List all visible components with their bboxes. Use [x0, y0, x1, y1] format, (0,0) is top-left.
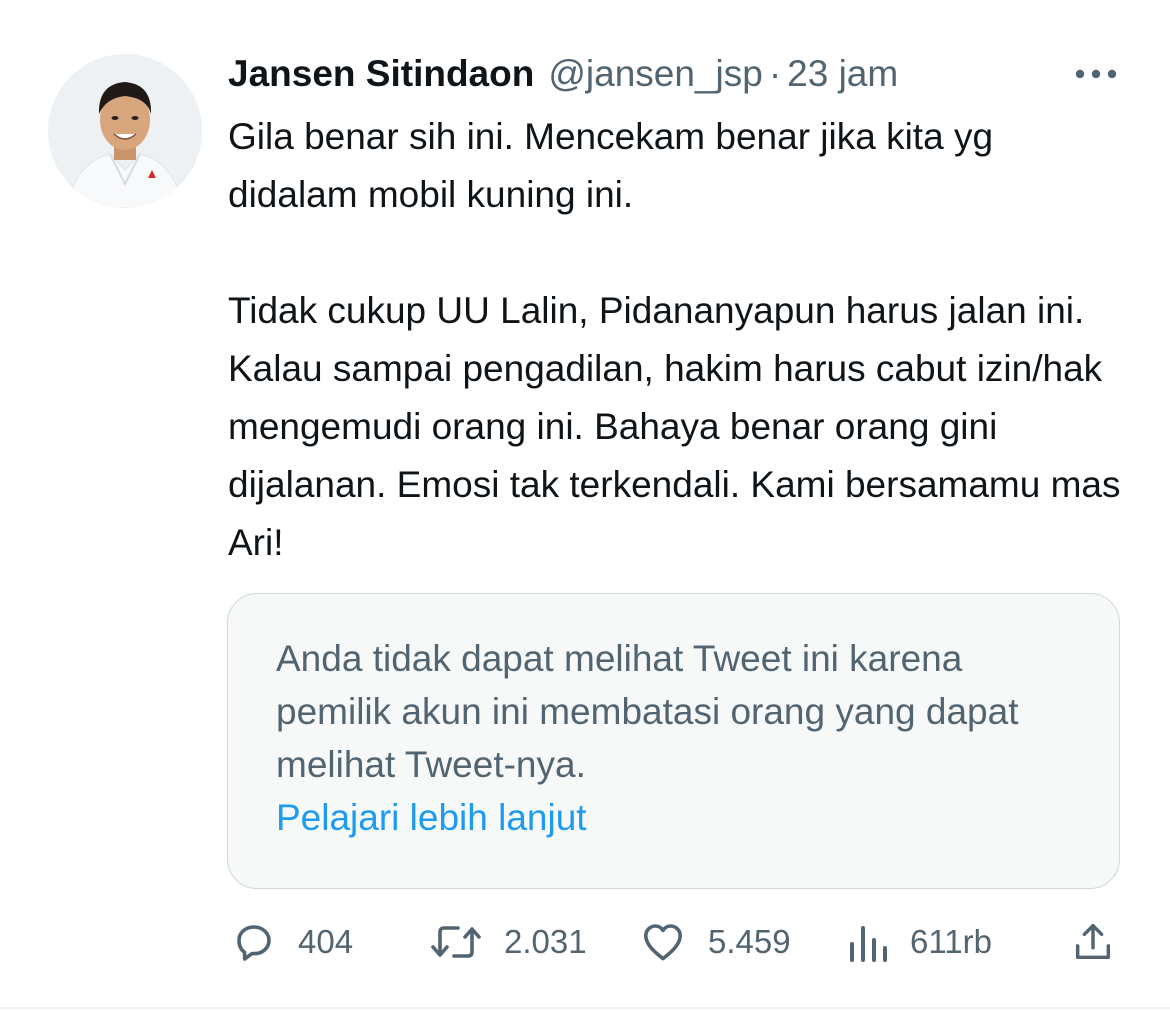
retweet-button[interactable]: 2.031	[428, 914, 587, 970]
share-button[interactable]	[1070, 914, 1116, 970]
author-name[interactable]: Jansen Sitindaon	[228, 50, 534, 98]
share-upload-icon	[1075, 923, 1111, 960]
reply-bubble-icon	[237, 925, 271, 961]
tweet-paragraph: Gila benar sih ini. Mencekam benar jika …	[228, 116, 994, 215]
profile-photo	[48, 54, 202, 208]
quoted-tweet-unavailable-card[interactable]: Anda tidak dapat melihat Tweet ini karen…	[227, 593, 1120, 889]
more-horizontal-icon	[1075, 69, 1117, 79]
separator-dot: ·	[768, 53, 782, 94]
more-options-button[interactable]	[1068, 58, 1124, 90]
retweet-count: 2.031	[504, 923, 587, 960]
unavailable-message: Anda tidak dapat melihat Tweet ini karen…	[276, 638, 1019, 785]
reply-count: 404	[298, 923, 354, 960]
author-handle[interactable]: @jansen_jsp	[548, 50, 762, 98]
tweet-paragraph: Tidak cukup UU Lalin, Pidananyapun harus…	[228, 290, 1121, 563]
like-button[interactable]: 5.459	[638, 914, 791, 970]
retweet-icon	[431, 926, 481, 958]
heart-icon	[644, 924, 682, 961]
avatar[interactable]	[48, 54, 202, 208]
view-count: 611rb	[910, 923, 992, 960]
reply-button[interactable]: 404	[230, 914, 353, 970]
tweet-actions-bar: 404 2.031 5.459 611rb	[228, 914, 1128, 970]
like-count: 5.459	[708, 923, 791, 960]
tweet-timestamp[interactable]: 23 jam	[787, 50, 898, 98]
tweet-header: Jansen Sitindaon @jansen_jsp · 23 jam	[228, 50, 898, 98]
tweet-divider	[0, 1007, 1170, 1009]
learn-more-link[interactable]: Pelajari lebih lanjut	[276, 791, 1079, 844]
tweet-text: Gila benar sih ini. Mencekam benar jika …	[228, 108, 1128, 572]
views-button[interactable]: 611rb	[846, 914, 992, 970]
analytics-bars-icon	[850, 926, 887, 962]
